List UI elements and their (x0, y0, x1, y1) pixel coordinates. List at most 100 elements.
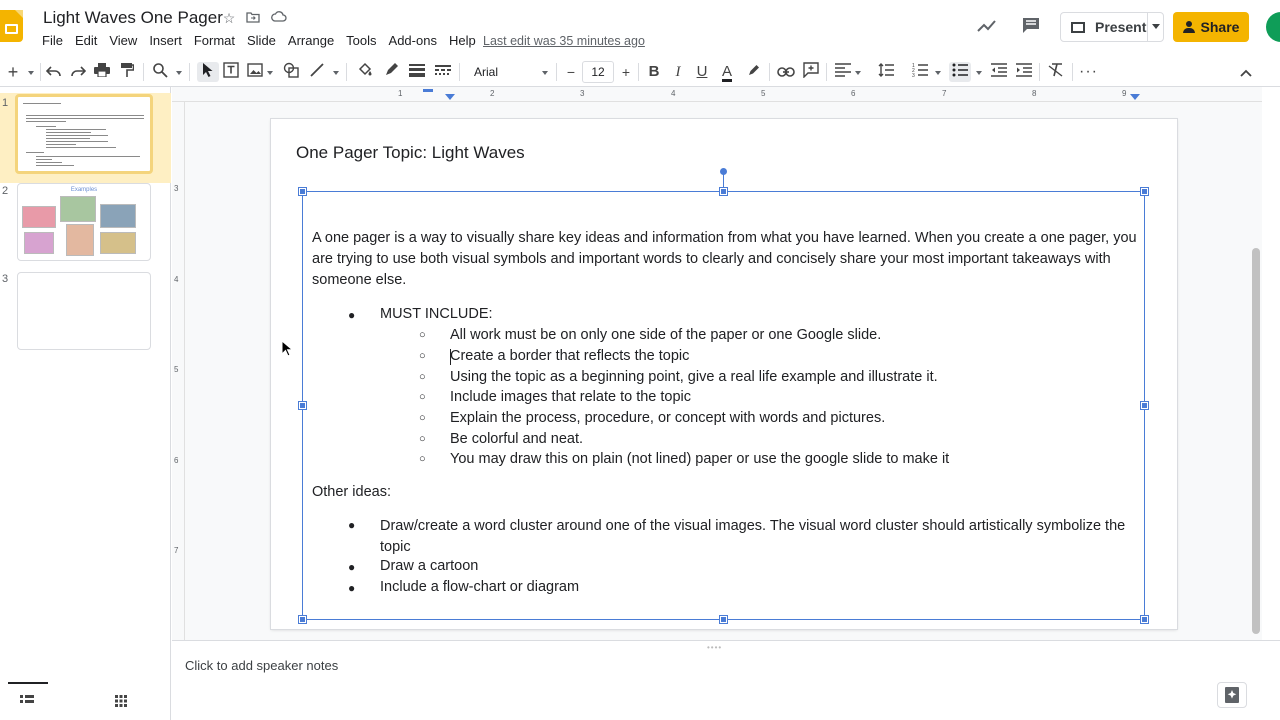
text-box-icon[interactable] (222, 62, 240, 82)
decrease-indent-icon[interactable] (990, 62, 1008, 82)
resize-handle-ne[interactable] (1141, 188, 1148, 195)
document-title[interactable]: Light Waves One Pager (43, 8, 223, 28)
rotate-handle[interactable] (720, 168, 727, 175)
star-icon[interactable]: ☆ (221, 10, 237, 26)
must-include-item-4[interactable]: Include images that relate to the topic (450, 389, 691, 405)
bulleted-list-icon[interactable] (949, 62, 971, 82)
menu-tools[interactable]: Tools (346, 33, 382, 48)
shape-icon[interactable] (282, 62, 300, 82)
menu-format[interactable]: Format (194, 33, 241, 48)
print-icon[interactable] (93, 62, 111, 82)
grid-view-icon[interactable] (115, 694, 129, 707)
image-dropdown-icon[interactable] (267, 71, 273, 75)
border-weight-icon[interactable] (408, 62, 426, 82)
resize-handle-w[interactable] (299, 402, 306, 409)
insert-link-icon[interactable] (777, 62, 795, 82)
activity-trend-icon[interactable] (976, 16, 998, 38)
must-include-item-2[interactable]: Create a border that reflects the topic (450, 348, 689, 364)
resize-handle-se[interactable] (1141, 616, 1148, 623)
resize-handle-n[interactable] (720, 188, 727, 195)
align-dropdown-icon[interactable] (855, 71, 861, 75)
menu-help[interactable]: Help (449, 33, 482, 48)
numbered-list-dropdown-icon[interactable] (935, 71, 941, 75)
line-spacing-icon[interactable] (877, 62, 895, 82)
notes-resize-handle[interactable]: •••• (707, 643, 722, 652)
slide-thumbnail-3[interactable] (17, 272, 151, 350)
present-dropdown-icon[interactable] (1152, 24, 1160, 29)
speaker-notes-panel[interactable] (172, 640, 1280, 720)
more-options-icon[interactable]: ··· (1079, 62, 1098, 82)
line-icon[interactable] (308, 62, 326, 82)
increase-font-size-icon[interactable]: + (617, 62, 635, 82)
account-avatar[interactable] (1266, 12, 1280, 42)
align-icon[interactable] (834, 62, 852, 82)
font-dropdown-icon[interactable] (542, 71, 548, 75)
resize-handle-e[interactable] (1141, 402, 1148, 409)
share-button[interactable]: Share (1173, 12, 1249, 42)
redo-icon[interactable] (69, 62, 87, 82)
resize-handle-s[interactable] (720, 616, 727, 623)
underline-icon[interactable]: U (693, 62, 711, 82)
zoom-icon[interactable] (151, 62, 169, 82)
font-size-input[interactable]: 12 (582, 61, 614, 83)
other-ideas-item-2[interactable]: Draw a cartoon (380, 558, 478, 574)
other-ideas-item-1[interactable]: Draw/create a word cluster around one of… (380, 516, 1136, 558)
other-ideas-heading[interactable]: Other ideas: (312, 484, 391, 500)
undo-icon[interactable] (45, 62, 63, 82)
must-include-item-1[interactable]: All work must be on only one side of the… (450, 327, 881, 343)
must-include-item-3[interactable]: Using the topic as a beginning point, gi… (450, 369, 938, 385)
paint-format-icon[interactable] (118, 62, 136, 82)
menu-insert[interactable]: Insert (149, 33, 188, 48)
menu-view[interactable]: View (109, 33, 143, 48)
highlight-color-icon[interactable] (745, 62, 763, 82)
slide-thumbnail-2[interactable]: Examples (17, 183, 151, 261)
menu-arrange[interactable]: Arrange (288, 33, 340, 48)
add-comment-icon[interactable] (802, 62, 820, 82)
clear-formatting-icon[interactable] (1047, 62, 1065, 82)
insert-image-icon[interactable] (246, 62, 264, 82)
menu-edit[interactable]: Edit (75, 33, 103, 48)
speaker-notes-placeholder[interactable]: Click to add speaker notes (185, 658, 338, 673)
comments-icon[interactable] (1020, 16, 1042, 38)
left-indent-marker[interactable] (445, 94, 455, 100)
slide-title[interactable]: One Pager Topic: Light Waves (296, 143, 525, 163)
menu-slide[interactable]: Slide (247, 33, 282, 48)
must-include-heading[interactable]: MUST INCLUDE: (380, 306, 493, 322)
slide-thumbnail-1[interactable] (15, 94, 153, 174)
must-include-item-7[interactable]: You may draw this on plain (not lined) p… (450, 451, 949, 467)
vertical-scrollbar[interactable] (1252, 248, 1260, 634)
must-include-item-6[interactable]: Be colorful and neat. (450, 431, 583, 447)
collapse-menus-icon[interactable] (1237, 62, 1255, 82)
new-slide-dropdown-icon[interactable] (28, 71, 34, 75)
line-dropdown-icon[interactable] (333, 71, 339, 75)
slides-logo-icon[interactable] (0, 10, 23, 42)
resize-handle-sw[interactable] (299, 616, 306, 623)
bold-icon[interactable]: B (645, 62, 663, 82)
text-color-icon[interactable]: A (718, 62, 736, 82)
new-slide-icon[interactable]: + (4, 62, 22, 82)
filmstrip-view-icon[interactable] (20, 694, 34, 706)
menu-file[interactable]: File (42, 33, 69, 48)
fill-color-icon[interactable] (356, 62, 374, 82)
border-dash-icon[interactable] (434, 62, 452, 82)
cloud-saved-icon[interactable] (271, 10, 287, 26)
border-color-icon[interactable] (382, 62, 400, 82)
menu-addons[interactable]: Add-ons (389, 33, 443, 48)
italic-icon[interactable]: I (669, 62, 687, 82)
move-folder-icon[interactable] (245, 10, 261, 26)
explore-button[interactable] (1217, 682, 1247, 708)
zoom-dropdown-icon[interactable] (176, 71, 182, 75)
must-include-item-5[interactable]: Explain the process, procedure, or conce… (450, 410, 885, 426)
numbered-list-icon[interactable]: 123 (911, 62, 929, 82)
resize-handle-nw[interactable] (299, 188, 306, 195)
other-ideas-item-3[interactable]: Include a flow-chart or diagram (380, 579, 579, 595)
increase-indent-icon[interactable] (1015, 62, 1033, 82)
last-edit-link[interactable]: Last edit was 35 minutes ago (483, 34, 645, 48)
first-line-indent-marker[interactable] (423, 89, 433, 92)
select-pointer-icon[interactable] (197, 62, 219, 82)
intro-paragraph[interactable]: A one pager is a way to visually share k… (312, 228, 1142, 290)
bulleted-list-dropdown-icon[interactable] (976, 71, 982, 75)
right-indent-marker[interactable] (1130, 94, 1140, 100)
decrease-font-size-icon[interactable]: − (562, 62, 580, 82)
present-button[interactable]: Present (1060, 12, 1164, 42)
